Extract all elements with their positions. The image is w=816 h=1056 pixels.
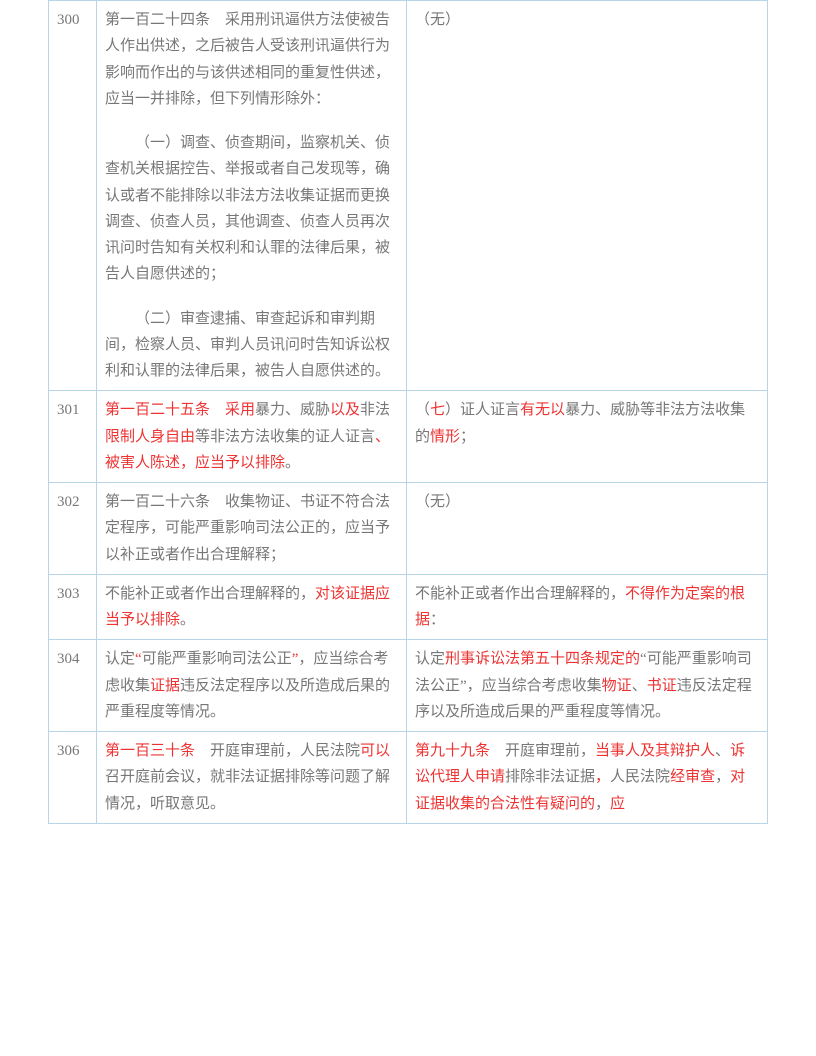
text: 。 bbox=[180, 612, 195, 628]
highlight-text: 限制人身自由 bbox=[105, 429, 195, 445]
row-number: 303 bbox=[49, 574, 97, 640]
table-row: 303不能补正或者作出合理解释的，对该证据应当予以排除。不能补正或者作出合理解释… bbox=[49, 574, 768, 640]
paragraph: （一）调查、侦查期间，监察机关、侦查机关根据控告、举报或者自己发现等，确认或者不… bbox=[105, 130, 398, 288]
text: 不能补正或者作出合理解释的， bbox=[105, 586, 315, 602]
text: ， bbox=[595, 796, 610, 812]
highlight-text: 可以 bbox=[360, 743, 390, 759]
text: （二）审查逮捕、审查起诉和审判期间，检察人员、审判人员讯问时告知诉讼权利和认罪的… bbox=[105, 311, 390, 380]
row-number: 304 bbox=[49, 640, 97, 732]
left-column-cell: 第一百三十条 开庭审理前，人民法院可以召开庭前会议，就非法证据排除等问题了解情况… bbox=[97, 732, 407, 824]
paragraph: 不能补正或者作出合理解释的，对该证据应当予以排除。 bbox=[105, 581, 398, 634]
text: 、 bbox=[715, 743, 730, 759]
text: 非法 bbox=[360, 402, 390, 418]
highlight-text: ， bbox=[595, 769, 610, 785]
text: 召开庭前会议，就非法证据排除等问题了解情况，听取意见。 bbox=[105, 769, 390, 811]
highlight-text: 以及 bbox=[330, 402, 360, 418]
left-column-cell: 第一百二十五条 采用暴力、威胁以及非法限制人身自由等非法方法收集的证人证言、被害… bbox=[97, 391, 407, 483]
paragraph: 第一百三十条 开庭审理前，人民法院可以召开庭前会议，就非法证据排除等问题了解情况… bbox=[105, 738, 398, 817]
right-column-cell: （无） bbox=[407, 1, 768, 391]
table-row: 304认定“可能严重影响司法公正”，应当综合考虑收集证据违反法定程序以及所造成后… bbox=[49, 640, 768, 732]
right-column-cell: 不能补正或者作出合理解释的，不得作为定案的根据： bbox=[407, 574, 768, 640]
left-column-cell: 认定“可能严重影响司法公正”，应当综合考虑收集证据违反法定程序以及所造成后果的严… bbox=[97, 640, 407, 732]
paragraph: 第一百二十五条 采用暴力、威胁以及非法限制人身自由等非法方法收集的证人证言、被害… bbox=[105, 397, 398, 476]
paragraph: （无） bbox=[415, 489, 759, 515]
text: ： bbox=[430, 612, 445, 628]
right-column-cell: 第九十九条 开庭审理前，当事人及其辩护人、诉讼代理人申请排除非法证据，人民法院经… bbox=[407, 732, 768, 824]
text: 开庭审理前， bbox=[490, 743, 595, 759]
paragraph: 认定刑事诉讼法第五十四条规定的“可能严重影响司法公正”，应当综合考虑收集物证、书… bbox=[415, 646, 759, 725]
text: 不能补正或者作出合理解释的， bbox=[415, 586, 625, 602]
text: 开庭审理前，人民法院 bbox=[195, 743, 360, 759]
text: （一）调查、侦查期间，监察机关、侦查机关根据控告、举报或者自己发现等，确认或者不… bbox=[105, 135, 390, 282]
row-number: 306 bbox=[49, 732, 97, 824]
highlight-text: “ bbox=[135, 651, 142, 667]
highlight-text: 当事人及其辩护人 bbox=[595, 743, 715, 759]
text: 可能严重影响司法公正 bbox=[142, 651, 292, 667]
text: ， bbox=[715, 769, 730, 785]
highlight-text: 应 bbox=[610, 796, 625, 812]
text: 暴力、威胁 bbox=[255, 402, 330, 418]
left-column-cell: 不能补正或者作出合理解释的，对该证据应当予以排除。 bbox=[97, 574, 407, 640]
text: 、 bbox=[632, 678, 647, 694]
highlight-text: 第一百二十五条 采用 bbox=[105, 402, 255, 418]
highlight-text: 七 bbox=[430, 402, 445, 418]
highlight-text: 情形 bbox=[430, 429, 460, 445]
text: 第一百二十四条 采用刑讯逼供方法使被告人作出供述，之后被告人受该刑讯逼供行为影响… bbox=[105, 12, 390, 107]
paragraph: 第九十九条 开庭审理前，当事人及其辩护人、诉讼代理人申请排除非法证据，人民法院经… bbox=[415, 738, 759, 817]
paragraph: （七）证人证言有无以暴力、威胁等非法方法收集的情形； bbox=[415, 397, 759, 450]
highlight-text: 有无以 bbox=[520, 402, 565, 418]
highlight-text: 第九十九条 bbox=[415, 743, 490, 759]
text: 第一百二十六条 收集物证、书证不符合法定程序，可能严重影响司法公正的，应当予以补… bbox=[105, 494, 390, 563]
paragraph: 第一百二十四条 采用刑讯逼供方法使被告人作出供述，之后被告人受该刑讯逼供行为影响… bbox=[105, 7, 398, 112]
row-number: 302 bbox=[49, 483, 97, 575]
text: 认定 bbox=[415, 651, 445, 667]
right-column-cell: （七）证人证言有无以暴力、威胁等非法方法收集的情形； bbox=[407, 391, 768, 483]
highlight-text: 刑事诉讼法第五十四条规定的 bbox=[445, 651, 640, 667]
highlight-text: 证据 bbox=[150, 678, 180, 694]
text: （无） bbox=[415, 494, 460, 510]
paragraph: 认定“可能严重影响司法公正”，应当综合考虑收集证据违反法定程序以及所造成后果的严… bbox=[105, 646, 398, 725]
right-column-cell: 认定刑事诉讼法第五十四条规定的“可能严重影响司法公正”，应当综合考虑收集物证、书… bbox=[407, 640, 768, 732]
text: 等非法方法收集的证人证言 bbox=[195, 429, 375, 445]
comparison-table: 300第一百二十四条 采用刑讯逼供方法使被告人作出供述，之后被告人受该刑讯逼供行… bbox=[48, 0, 768, 824]
table-row: 301 第一百二十五条 采用暴力、威胁以及非法限制人身自由等非法方法收集的证人证言… bbox=[49, 391, 768, 483]
paragraph: 不能补正或者作出合理解释的，不得作为定案的根据： bbox=[415, 581, 759, 634]
text: 排除非法证据 bbox=[505, 769, 595, 785]
right-column-cell: （无） bbox=[407, 483, 768, 575]
left-column-cell: 第一百二十六条 收集物证、书证不符合法定程序，可能严重影响司法公正的，应当予以补… bbox=[97, 483, 407, 575]
paragraph: （无） bbox=[415, 7, 759, 33]
text: （ bbox=[415, 402, 430, 418]
highlight-text: 物证 bbox=[602, 678, 632, 694]
highlight-text: 经审查 bbox=[670, 769, 715, 785]
text: ）证人证言 bbox=[445, 402, 520, 418]
paragraph: 第一百二十六条 收集物证、书证不符合法定程序，可能严重影响司法公正的，应当予以补… bbox=[105, 489, 398, 568]
table-row: 302第一百二十六条 收集物证、书证不符合法定程序，可能严重影响司法公正的，应当… bbox=[49, 483, 768, 575]
paragraph: （二）审查逮捕、审查起诉和审判期间，检察人员、审判人员讯问时告知诉讼权利和认罪的… bbox=[105, 306, 398, 385]
text: 。 bbox=[285, 455, 300, 471]
row-number: 300 bbox=[49, 1, 97, 391]
table-row: 300第一百二十四条 采用刑讯逼供方法使被告人作出供述，之后被告人受该刑讯逼供行… bbox=[49, 1, 768, 391]
text: 人民法院 bbox=[610, 769, 670, 785]
text: ； bbox=[460, 429, 475, 445]
text: （无） bbox=[415, 12, 460, 28]
left-column-cell: 第一百二十四条 采用刑讯逼供方法使被告人作出供述，之后被告人受该刑讯逼供行为影响… bbox=[97, 1, 407, 391]
highlight-text: 书证 bbox=[647, 678, 677, 694]
row-number: 301 bbox=[49, 391, 97, 483]
text: 认定 bbox=[105, 651, 135, 667]
table-row: 306第一百三十条 开庭审理前，人民法院可以召开庭前会议，就非法证据排除等问题了… bbox=[49, 732, 768, 824]
highlight-text: 第一百三十条 bbox=[105, 743, 195, 759]
